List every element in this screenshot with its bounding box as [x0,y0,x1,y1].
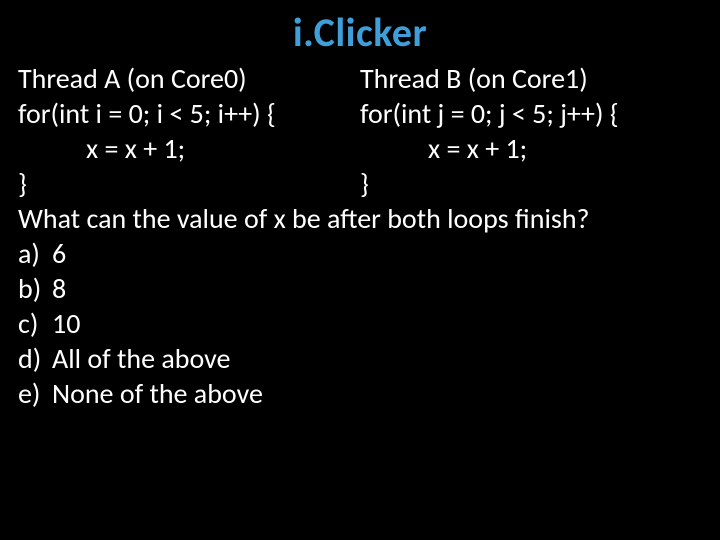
option-d: d) All of the above [18,341,702,376]
slide-title: i.Clicker [0,0,720,61]
slide-body: Thread A (on Core0) for(int i = 0; i < 5… [0,61,720,411]
option-text: 6 [52,236,702,271]
thread-a-for: for(int i = 0; i < 5; i++) { [18,96,360,131]
options-list: a) 6 b) 8 c) 10 d) All of the above e) N… [18,236,702,411]
thread-b-col: Thread B (on Core1) for(int j = 0; j < 5… [360,61,702,201]
option-letter: c) [18,306,52,341]
option-e: e) None of the above [18,376,702,411]
option-text: None of the above [52,376,702,411]
option-b: b) 8 [18,271,702,306]
slide: i.Clicker Thread A (on Core0) for(int i … [0,0,720,540]
option-text: 10 [52,306,702,341]
option-text: All of the above [52,341,702,376]
question-text: What can the value of x be after both lo… [18,201,702,236]
thread-b-stmt: x = x + 1; [360,131,702,166]
thread-a-close: } [18,166,360,201]
thread-b-header: Thread B (on Core1) [360,61,702,96]
option-a: a) 6 [18,236,702,271]
thread-a-stmt: x = x + 1; [18,131,360,166]
option-letter: e) [18,376,52,411]
option-letter: d) [18,341,52,376]
option-c: c) 10 [18,306,702,341]
option-text: 8 [52,271,702,306]
option-letter: b) [18,271,52,306]
option-letter: a) [18,236,52,271]
thread-b-close: } [360,166,702,201]
thread-a-col: Thread A (on Core0) for(int i = 0; i < 5… [18,61,360,201]
code-columns: Thread A (on Core0) for(int i = 0; i < 5… [18,61,702,201]
thread-a-header: Thread A (on Core0) [18,61,360,96]
thread-b-for: for(int j = 0; j < 5; j++) { [360,96,702,131]
